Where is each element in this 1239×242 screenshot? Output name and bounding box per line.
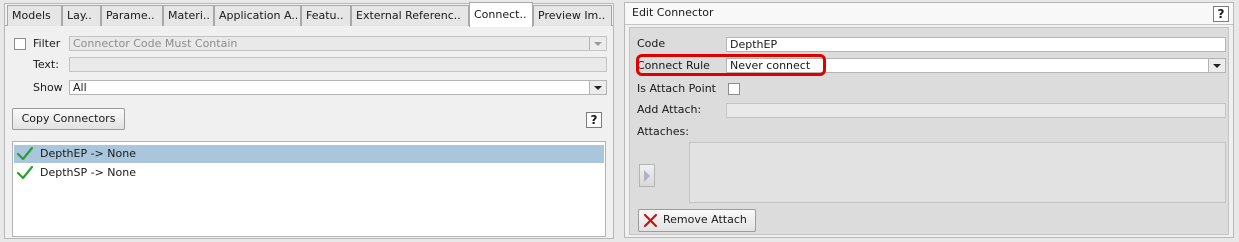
help-button[interactable]: ? <box>586 112 602 128</box>
filter-placeholder: Connector Code Must Contain <box>73 37 238 50</box>
list-item-label: DepthSP -> None <box>40 166 136 179</box>
text-label: Text: <box>33 58 59 71</box>
attaches-list[interactable] <box>689 142 1226 203</box>
tab-preview-image[interactable]: Preview Im.. <box>533 5 612 26</box>
tab-features[interactable]: Featu.. <box>301 5 351 26</box>
tab-strip: Models Lay.. Parame.. Materi.. Applicati… <box>5 2 613 27</box>
panel-title: Edit Connector <box>632 6 714 19</box>
chevron-down-icon[interactable] <box>589 37 606 50</box>
filter-label: Filter <box>33 37 61 50</box>
tab-layers[interactable]: Lay.. <box>62 5 101 26</box>
is-attach-point-checkbox[interactable] <box>728 83 740 95</box>
attaches-label: Attaches: <box>637 125 689 138</box>
tab-models[interactable]: Models <box>7 5 62 26</box>
connectors-panel: Models Lay.. Parame.. Materi.. Applicati… <box>4 2 614 239</box>
add-attach-field[interactable] <box>726 103 1226 118</box>
code-field[interactable]: DepthEP <box>726 37 1226 52</box>
edit-form: Code DepthEP Connect Rule Never connect … <box>629 27 1229 235</box>
filter-checkbox[interactable] <box>14 38 26 50</box>
connector-list[interactable]: DepthEP -> None DepthSP -> None <box>12 141 606 237</box>
list-item-depthsp[interactable]: DepthSP -> None <box>14 164 604 182</box>
panel-header: Edit Connector ? <box>625 3 1233 25</box>
tab-parameters[interactable]: Parame.. <box>101 5 163 26</box>
chevron-down-icon[interactable] <box>1208 59 1225 72</box>
remove-attach-button[interactable]: Remove Attach <box>638 209 756 232</box>
text-field[interactable] <box>69 57 607 72</box>
connect-rule-label: Connect Rule <box>637 59 710 72</box>
checkmark-icon <box>17 147 33 161</box>
remove-attach-label: Remove Attach <box>663 213 747 226</box>
list-item-label: DepthEP -> None <box>40 147 136 160</box>
connect-rule-select[interactable]: Never connect <box>726 58 1226 73</box>
is-attach-point-label: Is Attach Point <box>637 82 716 95</box>
tab-connectors[interactable]: Connect.. <box>469 2 533 27</box>
play-icon[interactable] <box>639 164 655 187</box>
show-label: Show <box>33 81 63 94</box>
help-button[interactable]: ? <box>1213 6 1229 22</box>
checkmark-icon <box>17 166 33 180</box>
add-attach-label: Add Attach: <box>637 103 702 116</box>
tab-external-references[interactable]: External Referenc.. <box>351 5 469 26</box>
show-select-value: All <box>73 81 87 94</box>
tab-materials[interactable]: Materi.. <box>163 5 214 26</box>
chevron-down-icon[interactable] <box>589 81 606 94</box>
copy-connectors-button[interactable]: Copy Connectors <box>12 108 125 130</box>
edit-connector-panel: Edit Connector ? Code DepthEP Connect Ru… <box>624 2 1234 238</box>
list-item-depthep[interactable]: DepthEP -> None <box>14 145 604 163</box>
close-icon <box>643 213 658 228</box>
connect-rule-value: Never connect <box>730 59 811 72</box>
connector-code-filter-select[interactable]: Connector Code Must Contain <box>69 36 607 51</box>
tab-application-attributes[interactable]: Application A.. <box>214 5 301 26</box>
code-label: Code <box>637 37 666 50</box>
show-select[interactable]: All <box>69 80 607 95</box>
